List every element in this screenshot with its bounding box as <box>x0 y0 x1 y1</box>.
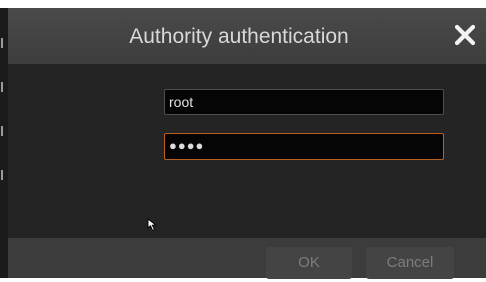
dialog-title: Authority authentication <box>129 25 349 48</box>
background-mark <box>1 82 3 92</box>
background-mark <box>1 126 3 136</box>
ok-button[interactable]: OK <box>266 247 352 279</box>
background-application <box>0 8 8 278</box>
close-icon <box>454 24 476 46</box>
username-field[interactable] <box>164 89 444 115</box>
background-mark <box>1 170 3 180</box>
cancel-button[interactable]: Cancel <box>366 247 454 279</box>
screen: Authority authentication ●●●● OK Cancel <box>0 0 486 282</box>
background-mark <box>1 38 3 48</box>
close-button[interactable] <box>450 22 480 50</box>
mouse-cursor-icon <box>147 218 157 231</box>
dialog-title-bar: Authority authentication <box>8 8 486 64</box>
password-field[interactable]: ●●●● <box>164 133 444 160</box>
authentication-dialog: Authority authentication ●●●● OK Cancel <box>8 8 486 279</box>
dialog-footer: OK Cancel <box>8 238 486 279</box>
